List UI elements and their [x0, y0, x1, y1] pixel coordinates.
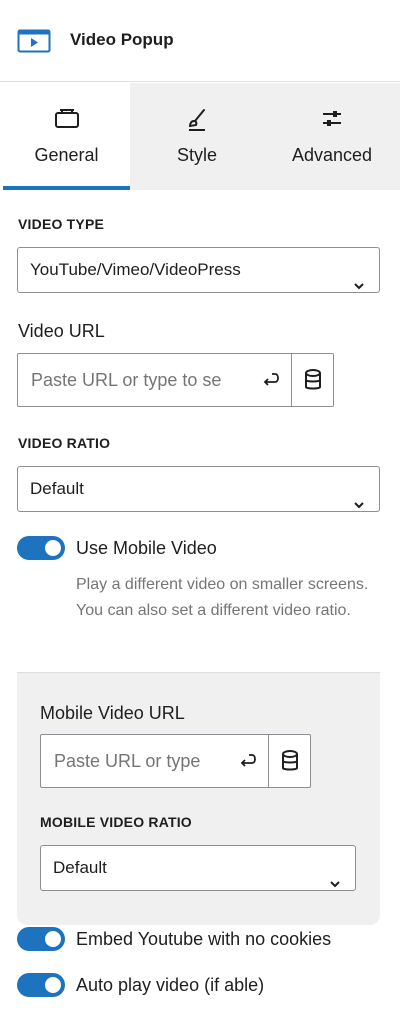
settings-tabs: General Style Advanced [0, 83, 400, 190]
tab-general[interactable]: General [3, 83, 130, 190]
enter-icon[interactable] [262, 371, 280, 389]
embed-no-cookies-toggle[interactable] [17, 927, 65, 951]
toggle-knob [45, 540, 61, 556]
video-type-value: YouTube/Vimeo/VideoPress [30, 260, 241, 279]
video-ratio-label: VIDEO RATIO [18, 435, 111, 451]
dynamic-data-button[interactable] [291, 354, 333, 406]
mobile-video-ratio-value: Default [53, 858, 107, 877]
enter-icon[interactable] [239, 752, 257, 770]
video-type-label: VIDEO TYPE [18, 216, 105, 232]
tab-style-label: Style [176, 145, 218, 165]
mobile-video-url-group [40, 734, 311, 788]
embed-no-cookies-label: Embed Youtube with no cookies [76, 929, 332, 949]
panel-header: Video Popup [0, 0, 400, 82]
video-ratio-select[interactable]: Default [17, 466, 380, 512]
mobile-dynamic-data-button[interactable] [268, 735, 310, 787]
autoplay-label: Auto play video (if able) [76, 975, 265, 995]
toolbox-icon [54, 108, 80, 135]
chevron-down-icon [329, 863, 341, 888]
video-icon [17, 28, 51, 54]
use-mobile-video-help: Play a different video on smaller screen… [76, 576, 369, 619]
mobile-video-url-input[interactable] [41, 735, 231, 787]
chevron-down-icon [353, 265, 365, 290]
video-url-group [17, 353, 334, 407]
block-title: Video Popup [70, 30, 174, 49]
mobile-video-ratio-label: MOBILE VIDEO RATIO [40, 814, 192, 830]
video-ratio-value: Default [30, 479, 84, 498]
use-mobile-video-label: Use Mobile Video [76, 538, 217, 558]
toggle-knob [45, 977, 61, 993]
sliders-icon [320, 108, 344, 135]
tab-advanced-label: Advanced [291, 145, 373, 165]
mobile-video-panel: Mobile Video URL MOBILE VIDEO RATIO Defa… [17, 672, 380, 925]
brush-icon [185, 108, 209, 137]
toggle-knob [45, 931, 61, 947]
use-mobile-video-toggle[interactable] [17, 536, 65, 560]
chevron-down-icon [353, 484, 365, 509]
tab-general-label: General [34, 145, 99, 165]
autoplay-toggle[interactable] [17, 973, 65, 997]
mobile-video-url-label: Mobile Video URL [40, 703, 185, 723]
video-type-select[interactable]: YouTube/Vimeo/VideoPress [17, 247, 380, 293]
mobile-video-ratio-select[interactable]: Default [40, 845, 356, 891]
tab-style[interactable]: Style [130, 83, 264, 190]
video-url-label: Video URL [18, 321, 105, 341]
tab-advanced[interactable]: Advanced [264, 83, 400, 190]
video-url-input[interactable] [18, 354, 254, 406]
